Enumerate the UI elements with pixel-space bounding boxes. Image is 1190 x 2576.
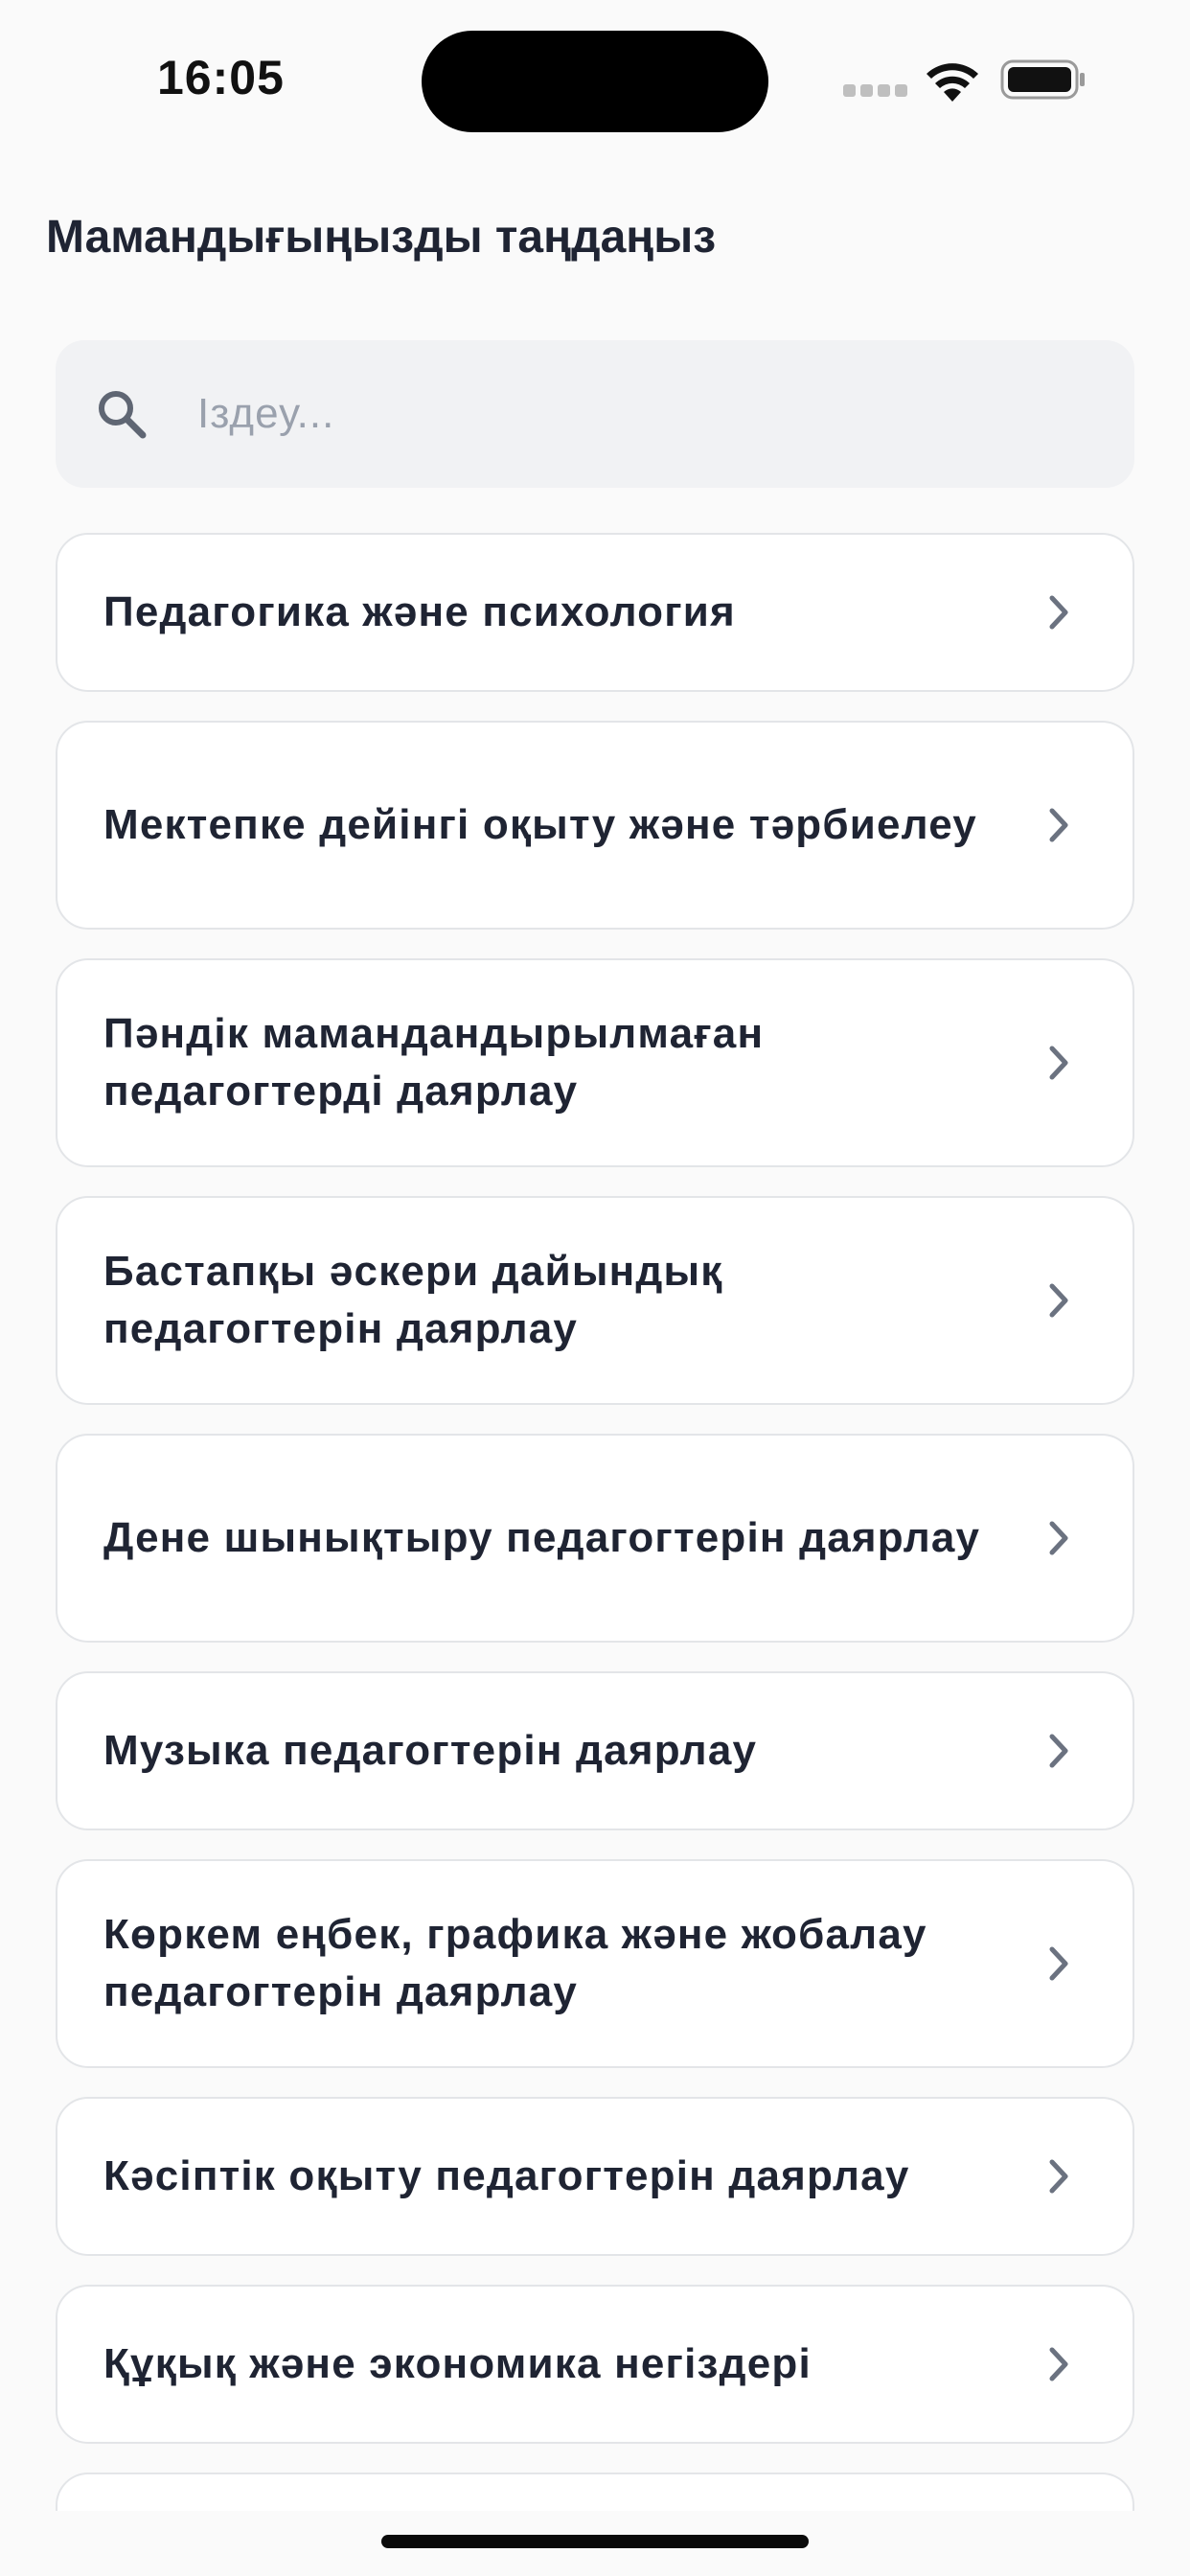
status-bar: 16:05	[0, 0, 1190, 144]
list-item[interactable]: Музыка педагогтерін даярлау	[56, 1671, 1134, 1830]
list-item[interactable]: Пәндік мамандандырылмаған педагогтерді д…	[56, 958, 1134, 1167]
item-label: Пәндік мамандандырылмаған педагогтерді д…	[103, 1010, 765, 1115]
list-item[interactable]: Кәсіптік оқыту педагогтерін даярлау	[56, 2097, 1134, 2256]
home-indicator[interactable]	[381, 2535, 809, 2548]
chevron-right-icon	[1049, 1734, 1068, 1768]
list-item[interactable]: Педагогика және психология	[56, 533, 1134, 692]
chevron-right-icon	[1049, 1521, 1068, 1555]
search-input[interactable]	[197, 379, 1079, 449]
signal-icon	[843, 84, 907, 98]
chevron-right-icon	[1049, 2159, 1068, 2194]
wifi-icon	[927, 63, 978, 102]
item-label: Құқық және экономика негіздері	[103, 2340, 812, 2387]
item-label: Педагогика және психология	[103, 588, 736, 635]
list-item[interactable]: Дене шынықтыру педагогтерін даярлау	[56, 1434, 1134, 1643]
list-item[interactable]: Құқық және экономика негіздері	[56, 2285, 1134, 2444]
item-label: Дене шынықтыру педагогтерін даярлау	[103, 1514, 981, 1561]
list-item[interactable]: Мектепке дейінгі оқыту және тәрбиелеу	[56, 721, 1134, 930]
item-label: Музыка педагогтерін даярлау	[103, 1727, 758, 1774]
status-time: 16:05	[157, 51, 285, 104]
item-label: Мектепке дейінгі оқыту және тәрбиелеу	[103, 801, 977, 848]
chevron-right-icon	[1049, 1946, 1068, 1981]
chevron-right-icon	[1049, 2347, 1068, 2381]
search-icon	[99, 391, 147, 439]
search-bar[interactable]	[56, 340, 1134, 488]
item-label: Көркем еңбек, графика және жобалау педаг…	[103, 1911, 927, 2015]
item-label: Бастапқы әскери дайындық педагогтерін да…	[103, 1248, 723, 1352]
list-item[interactable]: Көркем еңбек, графика және жобалау педаг…	[56, 1859, 1134, 2068]
list-item[interactable]: Бастапқы әскери дайындық педагогтерін да…	[56, 1196, 1134, 1405]
page-title: Мамандығыңызды таңдаңыз	[46, 212, 717, 263]
chevron-right-icon	[1049, 808, 1068, 842]
chevron-right-icon	[1049, 595, 1068, 630]
dynamic-island	[422, 31, 768, 132]
chevron-right-icon	[1049, 1283, 1068, 1318]
battery-icon	[1000, 59, 1085, 100]
chevron-right-icon	[1049, 1046, 1068, 1080]
item-label: Кәсіптік оқыту педагогтерін даярлау	[103, 2152, 910, 2199]
list-item-partial[interactable]	[56, 2472, 1134, 2511]
